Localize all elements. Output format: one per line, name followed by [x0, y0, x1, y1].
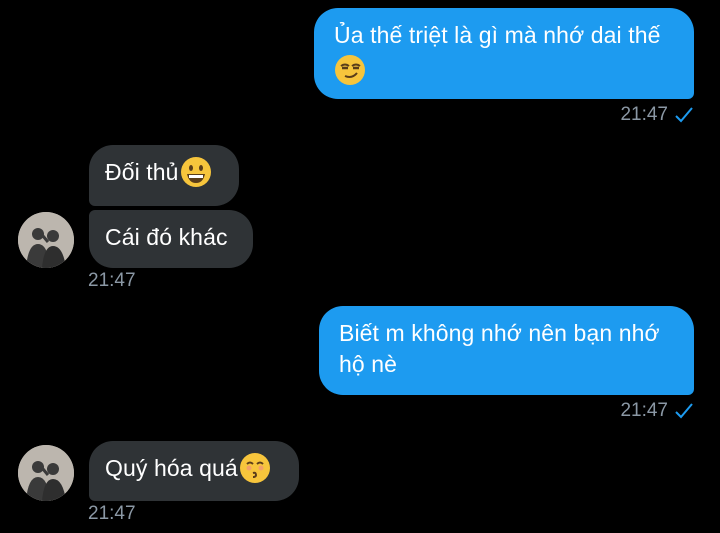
- message-text: Quý hóa quá: [105, 455, 238, 481]
- check-icon: [675, 403, 693, 419]
- check-icon: [675, 107, 693, 123]
- outgoing-message-bubble[interactable]: Biết m không nhớ nên bạn nhớ hộ nè: [319, 306, 694, 395]
- timestamp: 21:47: [88, 270, 136, 291]
- message-meta: 21:47: [620, 104, 694, 126]
- kissing-emoji-icon: [239, 452, 270, 483]
- smirk-emoji-icon: [335, 54, 365, 85]
- message-text: Cái đó khác: [105, 224, 228, 250]
- message-text-line: hộ nè: [339, 351, 398, 377]
- message-text-line: Biết m không nhớ nên bạn nhớ: [339, 320, 660, 346]
- incoming-message-bubble[interactable]: Cái đó khác: [89, 210, 253, 268]
- message-meta: 21:47: [620, 400, 694, 422]
- timestamp: 21:47: [620, 104, 668, 125]
- chat-thread: Ủa thế triệt là gì mà nhớ dai thế 21:47 …: [0, 0, 720, 533]
- grin-emoji-icon: [180, 156, 211, 187]
- user-avatar-icon: [18, 212, 74, 268]
- timestamp: 21:47: [88, 503, 136, 524]
- message-text: Ủa thế triệt là gì mà nhớ dai thế: [334, 22, 661, 48]
- user-avatar-icon: [18, 445, 74, 501]
- timestamp: 21:47: [620, 400, 668, 421]
- incoming-message-bubble[interactable]: Quý hóa quá: [89, 441, 299, 501]
- contact-avatar[interactable]: [18, 445, 74, 501]
- message-text: Đối thủ: [105, 159, 179, 185]
- outgoing-message-bubble[interactable]: Ủa thế triệt là gì mà nhớ dai thế: [314, 8, 694, 99]
- incoming-message-bubble[interactable]: Đối thủ: [89, 145, 239, 206]
- contact-avatar[interactable]: [18, 212, 74, 268]
